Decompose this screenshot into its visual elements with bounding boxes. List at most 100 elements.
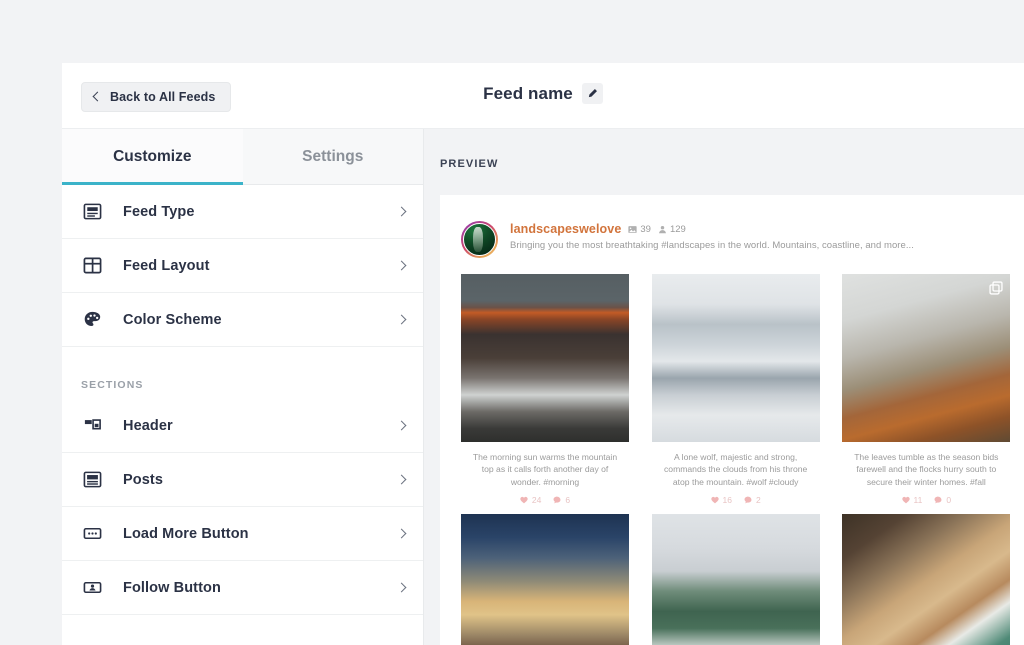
menu-item-label: Color Scheme xyxy=(123,312,222,328)
follower-count-stat: 129 xyxy=(658,224,686,235)
post-likes-value: 11 xyxy=(914,495,923,505)
post-image[interactable] xyxy=(652,274,820,442)
feed-preview-card: landscapeswelove 39 xyxy=(440,195,1024,645)
post-caption: The morning sun warms the mountain top a… xyxy=(461,442,629,488)
menu-item-load-more-button[interactable]: Load More Button xyxy=(62,507,423,561)
chevron-right-icon xyxy=(397,315,407,325)
post-item[interactable] xyxy=(842,514,1010,645)
menu-item-posts[interactable]: Posts xyxy=(62,453,423,507)
post-comments: 0 xyxy=(934,495,951,505)
comment-icon xyxy=(934,496,942,504)
sections-spacer xyxy=(62,347,423,361)
post-likes: 11 xyxy=(902,495,923,505)
feed-bio: Bringing you the most breathtaking #land… xyxy=(510,240,914,251)
back-button-label: Back to All Feeds xyxy=(110,90,215,104)
post-caption: A lone wolf, majestic and strong, comman… xyxy=(652,442,820,488)
post-likes-value: 16 xyxy=(723,495,732,505)
tab-customize-label: Customize xyxy=(113,148,191,166)
menu-item-follow-button[interactable]: Follow Button xyxy=(62,561,423,615)
preview-label: PREVIEW xyxy=(424,129,1024,170)
heart-icon xyxy=(902,496,910,504)
post-image[interactable] xyxy=(842,274,1010,442)
app-window: Back to All Feeds Feed name Customize xyxy=(62,63,1024,645)
body-split: Customize Settings xyxy=(62,129,1024,645)
feed-type-icon xyxy=(81,201,103,223)
comment-icon xyxy=(744,496,752,504)
chevron-right-icon xyxy=(397,207,407,217)
post-item[interactable]: A lone wolf, majestic and strong, comman… xyxy=(652,274,820,505)
post-caption: The leaves tumble as the season bids far… xyxy=(842,442,1010,488)
post-image[interactable] xyxy=(461,274,629,442)
post-count-stat: 39 xyxy=(628,224,651,235)
edit-feed-name-button[interactable] xyxy=(582,83,603,104)
post-grid: The morning sun warms the mountain top a… xyxy=(440,258,1024,645)
post-item[interactable]: The morning sun warms the mountain top a… xyxy=(461,274,629,505)
post-likes-value: 24 xyxy=(532,495,541,505)
post-comments-value: 6 xyxy=(565,495,570,505)
menu-item-feed-layout[interactable]: Feed Layout xyxy=(62,239,423,293)
feed-profile-text: landscapeswelove 39 xyxy=(510,221,914,251)
preview-panel: PREVIEW landscapeswelove xyxy=(424,129,1024,645)
post-image[interactable] xyxy=(842,514,1010,645)
post-meta: 16 2 xyxy=(652,488,820,505)
heart-icon xyxy=(520,496,528,504)
menu-item-feed-type[interactable]: Feed Type xyxy=(62,185,423,239)
customize-panel: Customize Settings xyxy=(62,129,424,645)
photo-icon xyxy=(628,225,637,234)
menu-item-label: Posts xyxy=(123,472,163,488)
post-comments: 6 xyxy=(553,495,570,505)
tab-settings[interactable]: Settings xyxy=(243,129,424,184)
post-image[interactable] xyxy=(652,514,820,645)
palette-icon xyxy=(81,309,103,331)
chevron-right-icon xyxy=(397,261,407,271)
post-item[interactable] xyxy=(461,514,629,645)
grid-layout-icon xyxy=(81,255,103,277)
tab-customize[interactable]: Customize xyxy=(62,129,243,184)
post-likes: 16 xyxy=(711,495,732,505)
post-meta: 24 6 xyxy=(461,488,629,505)
menu-item-label: Feed Type xyxy=(123,204,195,220)
person-icon xyxy=(658,225,667,234)
feed-username[interactable]: landscapeswelove xyxy=(510,222,621,236)
tab-settings-label: Settings xyxy=(302,148,363,166)
chevron-right-icon xyxy=(397,475,407,485)
menu-item-color-scheme[interactable]: Color Scheme xyxy=(62,293,423,347)
post-count-value: 39 xyxy=(640,224,651,235)
main-menu-list: Feed Type Feed Layout xyxy=(62,185,423,615)
chevron-left-icon xyxy=(93,92,103,102)
heart-icon xyxy=(711,496,719,504)
post-item[interactable] xyxy=(652,514,820,645)
menu-item-label: Follow Button xyxy=(123,580,221,596)
top-bar: Back to All Feeds Feed name xyxy=(62,63,1024,129)
feed-profile-nameline: landscapeswelove 39 xyxy=(510,222,914,236)
follow-button-icon xyxy=(81,577,103,599)
carousel-icon xyxy=(989,281,1003,295)
panel-tabs: Customize Settings xyxy=(62,129,423,185)
avatar[interactable] xyxy=(461,221,498,258)
page-title: Feed name xyxy=(483,84,573,104)
menu-item-label: Header xyxy=(123,418,173,434)
header-icon xyxy=(81,415,103,437)
menu-item-label: Load More Button xyxy=(123,526,249,542)
post-image[interactable] xyxy=(461,514,629,645)
post-comments-value: 0 xyxy=(946,495,951,505)
back-to-all-feeds-button[interactable]: Back to All Feeds xyxy=(81,82,231,112)
follower-count-value: 129 xyxy=(670,224,686,235)
feed-profile-header: landscapeswelove 39 xyxy=(440,195,1024,258)
load-more-icon xyxy=(81,523,103,545)
menu-item-header[interactable]: Header xyxy=(62,399,423,453)
chevron-right-icon xyxy=(397,583,407,593)
post-meta: 11 0 xyxy=(842,488,1010,505)
posts-icon xyxy=(81,469,103,491)
post-likes: 24 xyxy=(520,495,541,505)
avatar-image xyxy=(463,223,496,256)
post-item[interactable]: The leaves tumble as the season bids far… xyxy=(842,274,1010,505)
comment-icon xyxy=(553,496,561,504)
sections-heading: SECTIONS xyxy=(62,361,423,399)
post-comments-value: 2 xyxy=(756,495,761,505)
post-comments: 2 xyxy=(744,495,761,505)
chevron-right-icon xyxy=(397,421,407,431)
chevron-right-icon xyxy=(397,529,407,539)
pencil-icon xyxy=(587,88,598,99)
menu-item-label: Feed Layout xyxy=(123,258,210,274)
